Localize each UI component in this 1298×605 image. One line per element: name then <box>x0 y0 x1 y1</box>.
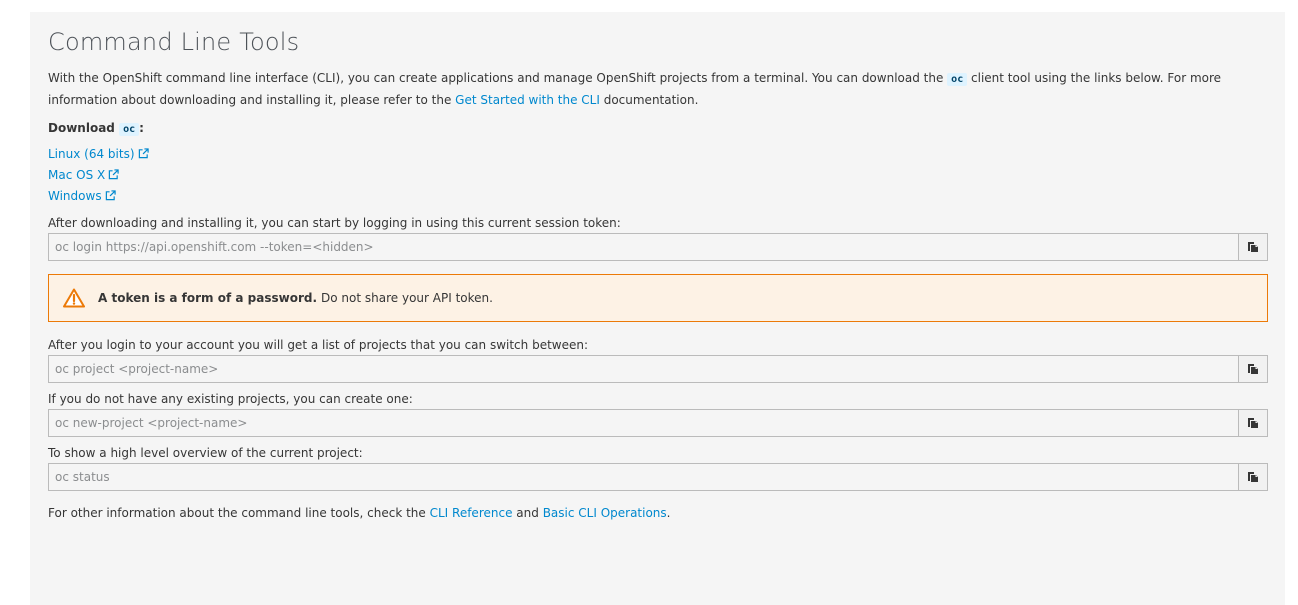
token-warning-alert: A token is a form of a password. Do not … <box>48 274 1268 322</box>
status-command-input[interactable] <box>48 463 1238 491</box>
get-started-cli-link[interactable]: Get Started with the CLI <box>455 93 600 107</box>
download-links: Linux (64 bits) Mac OS X Windows <box>48 144 1268 207</box>
login-command <box>48 233 1268 261</box>
copy-project-button[interactable] <box>1238 355 1268 383</box>
alert-text: Do not share your API token. <box>321 291 493 305</box>
copy-status-button[interactable] <box>1238 463 1268 491</box>
copy-icon <box>1248 364 1258 374</box>
login-label: After downloading and installing it, you… <box>48 216 621 230</box>
download-linux-link[interactable]: Linux (64 bits) <box>48 147 149 161</box>
cli-reference-link[interactable]: CLI Reference <box>430 506 513 520</box>
download-heading: Download oc: <box>48 121 144 136</box>
intro-text: With the OpenShift command line interfac… <box>48 71 1222 107</box>
status-label: To show a high level overview of the cur… <box>48 446 363 460</box>
external-link-icon <box>105 190 116 201</box>
new-project-command-input[interactable] <box>48 409 1238 437</box>
copy-icon <box>1248 418 1258 428</box>
oc-code: oc <box>947 73 968 86</box>
page-title: Command Line Tools <box>48 28 300 56</box>
external-link-icon <box>138 148 149 159</box>
project-label: After you login to your account you will… <box>48 338 589 352</box>
download-mac-link[interactable]: Mac OS X <box>48 168 119 182</box>
download-oc-code: oc <box>119 123 140 136</box>
basic-cli-operations-link[interactable]: Basic CLI Operations <box>543 506 667 520</box>
login-command-input[interactable] <box>48 233 1238 261</box>
warning-triangle-icon <box>63 288 85 308</box>
download-windows-link[interactable]: Windows <box>48 189 116 203</box>
copy-icon <box>1248 242 1258 252</box>
project-command-input[interactable] <box>48 355 1238 383</box>
copy-login-button[interactable] <box>1238 233 1268 261</box>
new-project-command <box>48 409 1268 437</box>
footer-text: For other information about the command … <box>48 506 671 520</box>
copy-new-project-button[interactable] <box>1238 409 1268 437</box>
new-project-label: If you do not have any existing projects… <box>48 392 413 406</box>
status-command <box>48 463 1268 491</box>
project-command <box>48 355 1268 383</box>
cli-tools-panel: Command Line Tools With the OpenShift co… <box>30 12 1285 605</box>
copy-icon <box>1248 472 1258 482</box>
external-link-icon <box>108 169 119 180</box>
alert-bold-text: A token is a form of a password. <box>98 291 318 305</box>
